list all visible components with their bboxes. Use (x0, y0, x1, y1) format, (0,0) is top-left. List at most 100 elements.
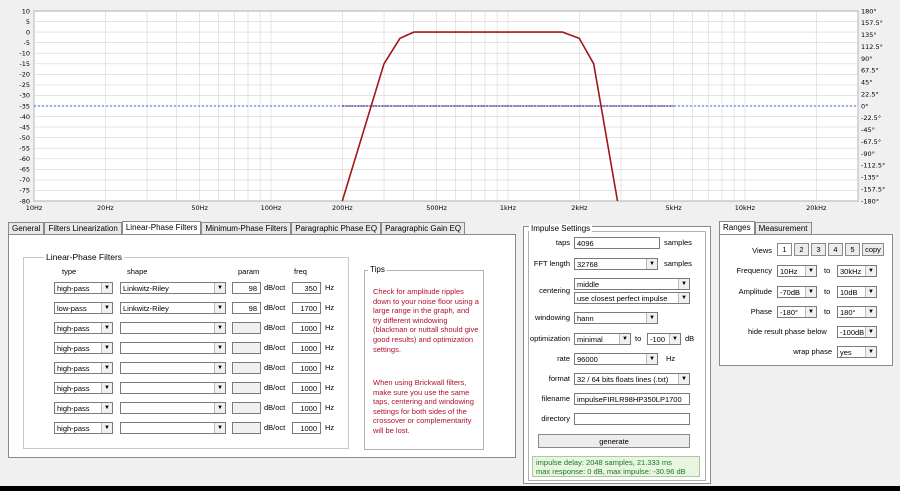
view-4-button[interactable]: 4 (828, 243, 843, 256)
max-response-text: max response: 0 dB, max impulse: -30.96 … (536, 467, 686, 476)
filter-param-unit: dB/oct (264, 403, 286, 412)
phase-tick-label: -180° (861, 197, 879, 205)
filter-param-input[interactable] (232, 402, 261, 414)
chevron-down-icon: ▼ (865, 307, 876, 317)
filter-shape-select[interactable]: ▼ (120, 322, 226, 334)
impulse-settings-title: Impulse Settings (529, 224, 593, 233)
filter-type-select[interactable]: low-pass ▼ (54, 302, 113, 314)
bottom-edge (0, 486, 900, 491)
phase-tick-label: 22.5° (861, 90, 879, 98)
optimization-unit: dB (685, 334, 695, 343)
view-5-button[interactable]: 5 (845, 243, 860, 256)
optimization-level-value: -100 (650, 335, 666, 344)
centering-mode-select[interactable]: use closest perfect impulse ▼ (574, 292, 690, 304)
filter-param-input[interactable]: 98 (232, 282, 261, 294)
directory-input[interactable] (574, 413, 690, 425)
optimization-level-select[interactable]: -100 ▼ (647, 333, 681, 345)
directory-label: directory (541, 414, 570, 423)
filter-param-input[interactable] (232, 382, 261, 394)
rate-select[interactable]: 96000 ▼ (574, 353, 658, 365)
generate-button[interactable]: generate (538, 434, 690, 448)
fft-length-value: 32768 (577, 260, 598, 269)
amplitude-from-select[interactable]: -70dB ▼ (777, 286, 817, 298)
filter-freq-input[interactable]: 1000 (292, 342, 321, 354)
chevron-down-icon: ▼ (865, 327, 876, 337)
filter-freq-input[interactable]: 1000 (292, 382, 321, 394)
filter-param-input[interactable] (232, 422, 261, 434)
taps-input[interactable]: 4096 (574, 237, 660, 249)
optimization-select[interactable]: minimal ▼ (574, 333, 631, 345)
filter-type-select[interactable]: high-pass ▼ (54, 282, 113, 294)
phase-from-select[interactable]: -180° ▼ (777, 306, 817, 318)
format-select[interactable]: 32 / 64 bits floats lines (.txt) ▼ (574, 373, 690, 385)
filter-param-unit: dB/oct (264, 423, 286, 432)
filter-param-input[interactable]: 98 (232, 302, 261, 314)
rate-unit: Hz (666, 354, 676, 363)
filter-shape-select[interactable]: Linkwitz-Riley ▼ (120, 302, 226, 314)
y-tick-label: -35 (19, 102, 30, 110)
filter-param-input[interactable] (232, 362, 261, 374)
filter-freq-input[interactable]: 1000 (292, 322, 321, 334)
wrap-phase-select[interactable]: yes ▼ (837, 346, 877, 358)
response-graph[interactable]: 10 5 0 -5 -10 -15 -20 -25 -30 -35 -40 -45 -50 -55 -60 -… (0, 0, 900, 218)
filter-freq-input[interactable]: 1700 (292, 302, 321, 314)
frequency-from-select[interactable]: 10Hz ▼ (777, 265, 817, 277)
x-tick-label: 2kHz (571, 204, 588, 212)
filter-param-input[interactable] (232, 322, 261, 334)
tab-linear-phase-filters[interactable]: Linear-Phase Filters (121, 221, 202, 235)
centering-select[interactable]: middle ▼ (574, 278, 690, 290)
filter-shape-select[interactable]: Linkwitz-Riley ▼ (120, 282, 226, 294)
filter-freq-input[interactable]: 1000 (292, 362, 321, 374)
x-tick-label: 50Hz (191, 204, 208, 212)
filter-freq-unit: Hz (325, 423, 335, 432)
filter-type-select[interactable]: high-pass ▼ (54, 362, 113, 374)
view-1-button[interactable]: 1 (777, 243, 792, 256)
x-tick-label: 10Hz (26, 204, 43, 212)
windowing-select[interactable]: hann ▼ (574, 312, 658, 324)
filter-type-select[interactable]: high-pass ▼ (54, 402, 113, 414)
y-tick-label: 0 (26, 28, 30, 36)
filter-freq-input[interactable]: 1000 (292, 402, 321, 414)
chevron-down-icon: ▼ (214, 283, 225, 293)
phase-to-label: to (824, 307, 831, 316)
y-tick-label: 10 (22, 7, 30, 15)
filter-freq-unit: Hz (325, 283, 335, 292)
phase-tick-label: 157.5° (861, 19, 883, 27)
filter-type-value: low-pass (57, 304, 87, 313)
phase-label: Phase (750, 307, 772, 316)
filter-shape-select[interactable]: ▼ (120, 362, 226, 374)
frequency-to-select[interactable]: 30kHz ▼ (837, 265, 877, 277)
filename-input[interactable]: impulseFIRLR98HP350LP1700 (574, 393, 690, 405)
filter-freq-input[interactable]: 1000 (292, 422, 321, 434)
chevron-down-icon: ▼ (619, 334, 630, 344)
hide-phase-select[interactable]: -100dB ▼ (837, 326, 877, 338)
filter-type-value: high-pass (57, 364, 90, 373)
filter-type-select[interactable]: high-pass ▼ (54, 382, 113, 394)
y-tick-label: -40 (19, 113, 30, 121)
filter-shape-select[interactable]: ▼ (120, 382, 226, 394)
filter-param-input[interactable] (232, 342, 261, 354)
filter-type-select[interactable]: high-pass ▼ (54, 422, 113, 434)
frequency-to-label: to (824, 266, 831, 275)
filter-freq-input[interactable]: 350 (292, 282, 321, 294)
y-tick-label: -45 (19, 123, 30, 131)
amplitude-to-select[interactable]: 10dB ▼ (837, 286, 877, 298)
filter-type-select[interactable]: high-pass ▼ (54, 342, 113, 354)
chevron-down-icon: ▼ (678, 293, 689, 303)
fft-length-select[interactable]: 32768 ▼ (574, 258, 658, 270)
filter-shape-select[interactable]: ▼ (120, 402, 226, 414)
tab-ranges[interactable]: Ranges (719, 221, 755, 235)
y-tick-label: -15 (19, 60, 30, 68)
filter-shape-select[interactable]: ▼ (120, 422, 226, 434)
x-tick-label: 10kHz (735, 204, 756, 212)
views-label: Views (752, 246, 772, 255)
filter-shape-select[interactable]: ▼ (120, 342, 226, 354)
view-3-button[interactable]: 3 (811, 243, 826, 256)
phase-tick-label: 180° (861, 7, 877, 15)
view-2-button[interactable]: 2 (794, 243, 809, 256)
copy-view-button[interactable]: copy (862, 243, 884, 256)
tips-text-1: Check for amplitude ripples down to your… (373, 287, 479, 354)
chevron-down-icon: ▼ (865, 347, 876, 357)
phase-to-select[interactable]: 180° ▼ (837, 306, 877, 318)
filter-type-select[interactable]: high-pass ▼ (54, 322, 113, 334)
